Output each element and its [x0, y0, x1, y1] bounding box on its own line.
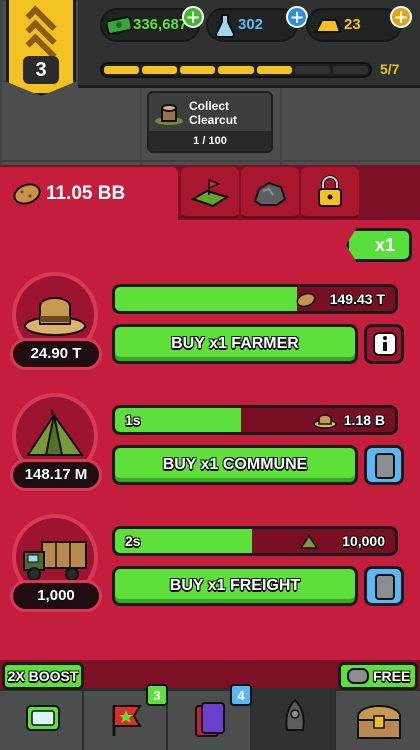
- potato-icon: [296, 292, 316, 308]
- mission-title: Collect Clearcut: [189, 99, 238, 127]
- business-row-commune: 148.17 M 1s 1.18 B BUY x1 COMMUNE: [8, 393, 412, 511]
- cash-icon: [105, 16, 133, 35]
- tent-icon: [26, 409, 84, 456]
- xp-segment: [294, 66, 330, 74]
- farmer-production-bar: 149.43 T: [112, 284, 398, 314]
- commune-count: 148.17 M: [10, 459, 102, 491]
- science-counter: 302 +: [206, 6, 308, 42]
- nav-treasure-chest[interactable]: [336, 688, 420, 750]
- nav-rocket[interactable]: [252, 688, 336, 750]
- card-icon: [375, 453, 395, 479]
- freight-timer: 2s: [125, 533, 141, 549]
- mission-progress: 1 / 100: [149, 131, 271, 151]
- nav-cards[interactable]: 4: [168, 684, 252, 750]
- buy-farmer-button[interactable]: BUY x1 FARMER: [112, 324, 358, 364]
- cards-badge: 4: [230, 684, 252, 706]
- farmer-info-button[interactable]: [364, 324, 404, 364]
- add-cash-button[interactable]: +: [182, 6, 204, 28]
- flask-icon: [214, 14, 236, 38]
- commune-timer: 1s: [125, 412, 141, 428]
- add-gold-button[interactable]: +: [390, 6, 412, 28]
- xp-segment: [180, 66, 216, 74]
- nav-tv-boost[interactable]: [0, 688, 84, 750]
- info-icon: [373, 332, 397, 356]
- farmer-payout: 149.43 T: [329, 291, 385, 307]
- missions-badge: 3: [146, 684, 168, 706]
- tree-stump-icon: [155, 104, 183, 125]
- freight-count: 1,000: [10, 580, 102, 612]
- gold-counter: 23 +: [306, 6, 412, 42]
- farmer-progress-fill: [115, 287, 297, 311]
- commune-payout: 1.18 B: [343, 412, 385, 428]
- tv-icon: [26, 705, 60, 731]
- freight-production-bar: 2s 10,000: [112, 526, 398, 556]
- free-promo-label: FREE: [373, 668, 411, 684]
- buy-commune-button[interactable]: BUY x1 COMMUNE: [112, 445, 358, 485]
- xp-segment: [142, 66, 178, 74]
- boost-promo-button[interactable]: 2X BOOST: [2, 662, 84, 690]
- add-science-button[interactable]: +: [286, 6, 308, 28]
- mission-card[interactable]: Collect Clearcut 1 / 100: [147, 91, 273, 153]
- business-row-freight: 1,000 2s 10,000 BUY x1 FREIGHT: [8, 514, 412, 632]
- gold-value: 23: [344, 16, 361, 33]
- xp-segment: [256, 66, 292, 74]
- barrel-icon: [347, 668, 369, 684]
- tent-icon: [299, 534, 319, 549]
- star-flag-icon: [112, 705, 142, 736]
- treasure-chest-icon: [357, 705, 401, 739]
- resource-total-value: 11.05 BB: [46, 183, 126, 204]
- potato-icon: [13, 183, 41, 205]
- farmer-count: 24.90 T: [10, 338, 102, 370]
- buy-multiplier-toggle[interactable]: x1: [346, 228, 412, 262]
- cash-counter: 336,687 +: [100, 6, 204, 42]
- nav-missions[interactable]: 3: [84, 684, 168, 750]
- cash-value: 336,687: [133, 16, 188, 33]
- flag-field-icon: [191, 178, 229, 208]
- freight-manager-card-button[interactable]: [364, 566, 404, 606]
- buy-freight-button[interactable]: BUY x1 FREIGHT: [112, 566, 358, 606]
- tab-farm-field[interactable]: [181, 167, 239, 219]
- tab-ore[interactable]: [241, 167, 299, 219]
- freight-payout: 10,000: [342, 533, 385, 549]
- resource-total-tab[interactable]: 11.05 BB: [0, 167, 178, 223]
- rank-banner[interactable]: 3: [6, 0, 76, 96]
- cards-icon: [195, 702, 225, 737]
- straw-hat-icon: [24, 297, 86, 336]
- commune-manager-card-button[interactable]: [364, 445, 404, 485]
- free-promo-button[interactable]: FREE: [338, 662, 418, 690]
- straw-hat-icon: [313, 414, 337, 429]
- business-row-farmer: 24.90 T 149.43 T BUY x1 FARMER: [8, 272, 412, 390]
- xp-progress-text: 5/7: [380, 61, 400, 77]
- science-value: 302: [238, 16, 264, 33]
- xp-progress-bar: [100, 62, 372, 78]
- xp-segment: [218, 66, 254, 74]
- ore-rock-icon: [253, 181, 287, 206]
- xp-segment: [104, 66, 140, 74]
- padlock-icon: [318, 175, 342, 207]
- commune-production-bar: 1s 1.18 B: [112, 405, 398, 435]
- tab-locked[interactable]: [301, 167, 359, 219]
- xp-segment: [332, 66, 368, 74]
- rank-level: 3: [23, 56, 59, 84]
- card-icon: [375, 574, 395, 600]
- gold-bar-icon: [314, 19, 342, 33]
- rocket-icon: [285, 698, 305, 731]
- truck-icon: [23, 541, 87, 581]
